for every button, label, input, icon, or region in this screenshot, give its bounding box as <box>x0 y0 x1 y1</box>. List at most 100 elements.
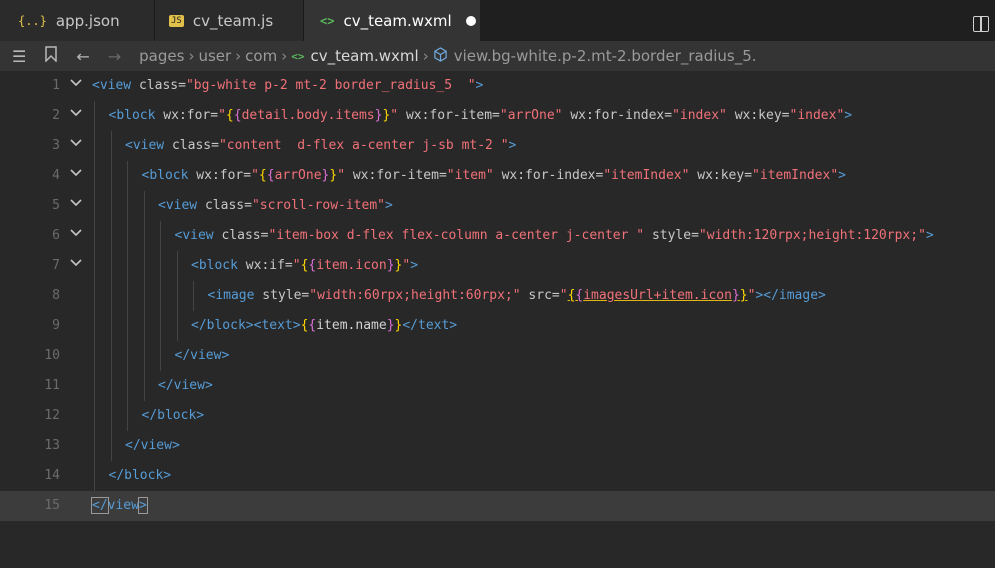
fold-chevron-icon[interactable] <box>68 191 84 221</box>
line-number: 12 <box>44 408 60 423</box>
split-editor-icon[interactable] <box>973 16 989 32</box>
code-token: wx:for-item= <box>398 108 500 123</box>
line-number: 10 <box>44 348 60 363</box>
list-icon[interactable]: ☰ <box>12 47 26 66</box>
back-arrow-icon[interactable]: ← <box>76 47 89 66</box>
code-token: " <box>337 168 346 183</box>
tab-cv-team-js[interactable]: JS cv_team.js <box>155 0 304 41</box>
code-token: " <box>251 168 259 183</box>
breadcrumb-item-pages[interactable]: pages <box>139 47 184 65</box>
code-line[interactable]: 4 <block wx:for="{{arrOne}}" wx:for-item=… <box>0 161 995 191</box>
code-token: ></image> <box>755 288 826 303</box>
indent-guide <box>94 101 95 491</box>
tab-app-json[interactable]: {..} app.json <box>0 0 155 41</box>
code-token: } <box>731 288 740 303</box>
line-number: 8 <box>52 288 60 303</box>
breadcrumb-symbol[interactable]: view.bg-white.p-2.mt-2.border_radius_5. <box>454 47 757 65</box>
chevron-right-icon: › <box>422 47 429 65</box>
code-token: style= <box>254 288 310 303</box>
indent-guide <box>127 161 128 431</box>
code-line[interactable]: 3 <view class="content d-flex a-center j-… <box>0 131 995 161</box>
code-text: </block> <box>109 461 172 491</box>
code-token: class= <box>131 78 186 93</box>
indent-guide <box>143 191 145 401</box>
code-token: wx:for-item= <box>345 168 447 183</box>
code-token: </ <box>91 497 109 514</box>
code-token: wx:for= <box>188 168 252 183</box>
code-token: > <box>844 108 853 123</box>
code-token: "itemIndex" <box>752 168 839 183</box>
code-token: </view> <box>174 348 230 363</box>
code-token: wx:for= <box>155 108 219 123</box>
code-token: "item-box d-flex flex-column a-center j-… <box>268 228 645 243</box>
tab-label: cv_team.wxml <box>343 11 452 30</box>
fold-chevron-icon[interactable] <box>68 101 84 131</box>
json-file-icon: {..} <box>18 13 47 28</box>
wxml-file-icon: <> <box>291 49 305 63</box>
fold-chevron-icon[interactable] <box>68 161 84 191</box>
code-token: </view> <box>158 378 213 393</box>
code-text: <view class="scroll-row-item"> <box>158 191 393 221</box>
code-token: > <box>137 497 148 514</box>
code-token: "width:60rpx;height:60rpx;" <box>309 288 521 303</box>
breadcrumb-item-user[interactable]: user <box>198 47 231 65</box>
code-token: <image <box>207 288 255 303</box>
code-line[interactable]: 11 </view> <box>0 371 995 401</box>
code-token: style= <box>644 228 699 243</box>
code-line[interactable]: 12 </block> <box>0 401 995 431</box>
code-line[interactable]: 8 <image style="width:60rpx;height:60rpx;… <box>0 281 995 311</box>
forward-arrow-icon[interactable]: → <box>108 47 121 66</box>
line-number: 13 <box>44 438 60 453</box>
code-line[interactable]: 6 <view class="item-box d-flex flex-colum… <box>0 221 995 251</box>
line-number: 11 <box>44 378 60 393</box>
code-line[interactable]: 1 <view class="bg-white p-2 mt-2 border_r… <box>0 71 995 101</box>
code-line[interactable]: 5 <view class="scroll-row-item"> <box>0 191 995 221</box>
bookmark-icon[interactable] <box>44 46 58 66</box>
line-number: 15 <box>44 498 60 513</box>
code-line[interactable]: 7 <block wx:if="{{item.icon}}"> <box>0 251 995 281</box>
code-token: " <box>402 258 411 273</box>
code-line[interactable]: 13 </view> <box>0 431 995 461</box>
chevron-right-icon: › <box>188 47 195 65</box>
code-text: <view class="content d-flex a-center j-s… <box>125 131 516 161</box>
code-editor[interactable]: 1 <view class="bg-white p-2 mt-2 border_r… <box>0 71 995 568</box>
code-line[interactable]: 10 </view> <box>0 341 995 371</box>
unsaved-dot-icon[interactable] <box>465 15 476 26</box>
chevron-right-icon: › <box>235 47 242 65</box>
fold-chevron-icon[interactable] <box>68 251 84 281</box>
code-line[interactable]: 15 </view> <box>0 491 995 521</box>
code-token: wx:key= <box>726 108 790 123</box>
code-token: view <box>107 498 139 513</box>
line-number: 4 <box>52 168 60 183</box>
code-line[interactable]: 14 </block> <box>0 461 995 491</box>
code-token: "index" <box>672 108 727 123</box>
code-token: "itemIndex" <box>603 168 690 183</box>
code-token: "index" <box>789 108 845 123</box>
breadcrumb-item-file[interactable]: cv_team.wxml <box>310 47 418 65</box>
code-text: </view> <box>91 491 148 521</box>
code-token: item.name <box>316 318 387 333</box>
breadcrumb: ☰ ← → pages › user › com › <> cv_team.wx… <box>0 41 995 71</box>
code-token: "width:120rpx;height:120rpx;" <box>698 228 926 243</box>
code-line[interactable]: 9 </block><text>{{item.name}}</text> <box>0 311 995 341</box>
code-token: class= <box>197 198 252 213</box>
code-token: " <box>218 108 226 123</box>
code-text: </view> <box>125 431 180 461</box>
code-text: <block wx:if="{{item.icon}}"> <box>191 251 418 281</box>
breadcrumb-item-com[interactable]: com <box>245 47 277 65</box>
code-token: detail.body.items <box>241 108 375 123</box>
code-token: { <box>225 108 234 123</box>
code-token: } <box>739 288 748 303</box>
tab-cv-team-wxml[interactable]: <> cv_team.wxml <box>304 0 480 41</box>
code-token: > <box>385 198 393 213</box>
code-text: </block> <box>142 401 205 431</box>
code-token: { <box>233 108 242 123</box>
code-line[interactable]: 2 <block wx:for="{{detail.body.items}}" w… <box>0 101 995 131</box>
fold-chevron-icon[interactable] <box>68 71 84 101</box>
code-token: </block><text> <box>191 318 301 333</box>
code-token: </text> <box>402 318 458 333</box>
code-token: <block <box>191 258 238 273</box>
fold-chevron-icon[interactable] <box>68 221 84 251</box>
fold-chevron-icon[interactable] <box>68 131 84 161</box>
code-text: <block wx:for="{{detail.body.items}}" wx… <box>109 101 853 131</box>
